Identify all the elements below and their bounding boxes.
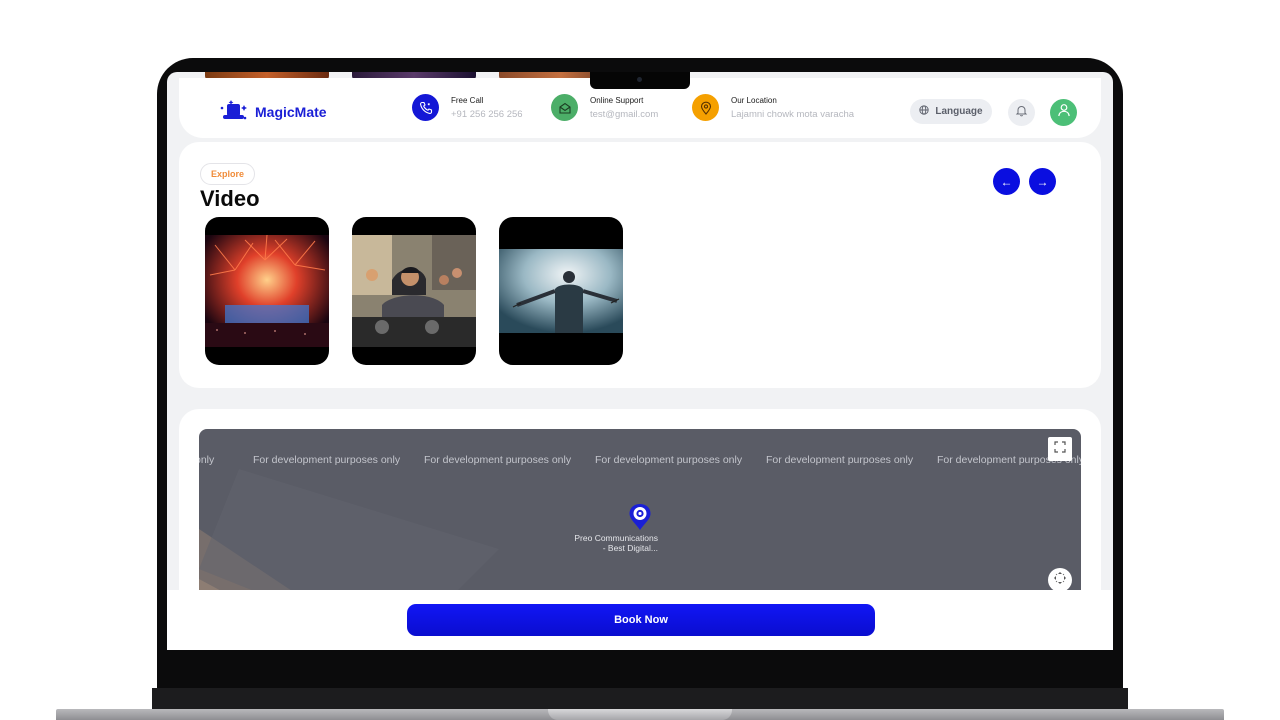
map-watermark: For development purposes only (766, 454, 914, 466)
location-pin-icon (692, 94, 719, 121)
camera-icon (637, 77, 642, 82)
pan-arrows-icon (1053, 571, 1067, 590)
map-watermark-row: only For development purposes only For d… (199, 454, 1081, 468)
map-watermark: For development purposes only (424, 454, 572, 466)
contact-title: Online Support (590, 95, 644, 105)
contact-online-support[interactable]: Online Support test@gmail.com (551, 94, 658, 121)
notifications-button[interactable] (1008, 99, 1035, 126)
magic-hat-icon (219, 100, 249, 124)
video-frame (205, 234, 329, 347)
phone-icon (412, 94, 439, 121)
map-watermark: only (199, 454, 215, 466)
map-fullscreen-button[interactable] (1048, 437, 1072, 461)
map-watermark: For development purposes only (253, 454, 401, 466)
language-label: Language (935, 106, 983, 117)
contact-location[interactable]: Our Location Lajamni chowk mota varacha (692, 94, 854, 121)
video-frame (499, 249, 623, 333)
user-avatar-button[interactable] (1050, 99, 1077, 126)
fullscreen-icon (1054, 440, 1066, 458)
map-marker-icon[interactable] (628, 503, 652, 536)
contact-title: Free Call (451, 95, 484, 105)
mail-icon (551, 94, 578, 121)
video-section: Explore Video ← → (179, 142, 1101, 388)
map-pan-control[interactable] (1048, 568, 1072, 592)
contact-free-call[interactable]: Free Call +91 256 256 256 (412, 94, 523, 121)
arrow-left-icon: ← (1000, 174, 1013, 189)
map-place-label: Preo Communications - Best Digital... (562, 533, 658, 553)
user-icon (1057, 103, 1071, 122)
arrow-right-icon: → (1036, 174, 1049, 189)
contact-value: +91 256 256 256 (451, 108, 523, 120)
contact-value: Lajamni chowk mota varacha (731, 108, 855, 120)
explore-badge: Explore (200, 163, 256, 185)
next-button[interactable]: → (1029, 168, 1056, 195)
map-watermark: For development purposes only (595, 454, 743, 466)
camera-notch (590, 72, 690, 89)
bottom-action-bar: Book Now (167, 590, 1113, 650)
video-card-fireworks[interactable] (205, 217, 329, 365)
prev-button[interactable]: ← (993, 168, 1020, 195)
contact-value: test@gmail.com (590, 108, 659, 120)
globe-icon (919, 105, 930, 118)
brand-name: MagicMate (255, 104, 327, 120)
bell-icon (1015, 104, 1028, 122)
place-name-line2: - Best Digital... (602, 543, 658, 553)
place-name-line1: Preo Communications (574, 533, 658, 543)
laptop-hinge-notch (548, 709, 732, 720)
app-screen: MagicMate Free Call +91 256 256 256 Onli… (167, 72, 1113, 650)
contact-title: Our Location (731, 95, 777, 105)
section-title: Video (200, 186, 260, 211)
video-frame (352, 235, 476, 347)
language-button[interactable]: Language (910, 99, 992, 124)
video-card-performer[interactable] (499, 217, 623, 365)
video-card-dj[interactable] (352, 217, 476, 365)
brand-logo[interactable]: MagicMate (219, 100, 327, 124)
book-now-button[interactable]: Book Now (407, 604, 875, 636)
laptop-bezel-bottom (152, 688, 1128, 710)
